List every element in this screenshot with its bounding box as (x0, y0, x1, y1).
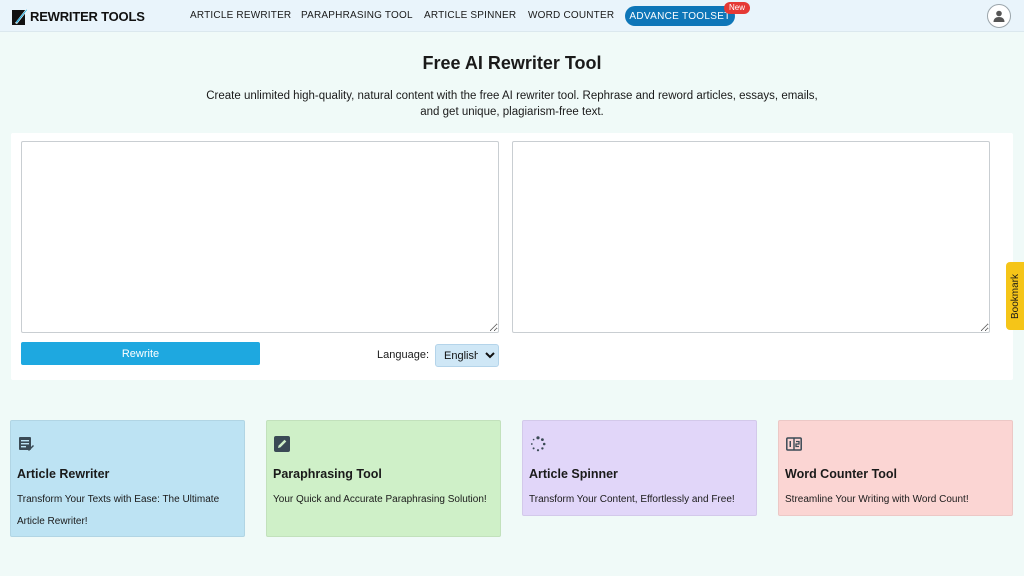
card-description: Transform Your Texts with Ease: The Ulti… (17, 494, 220, 527)
nav-word-counter[interactable]: WORD COUNTER (528, 10, 614, 21)
card-paraphrasing-tool[interactable]: Paraphrasing Tool Your Quick and Accurat… (266, 420, 501, 537)
new-badge: New (724, 2, 751, 14)
card-description: Transform Your Content, Effortlessly and… (529, 494, 735, 505)
logo[interactable]: REWRITER TOOLS (12, 7, 145, 25)
nav-article-spinner[interactable]: ARTICLE SPINNER (424, 10, 516, 21)
rewriter-panel: Rewrite Language: English (11, 133, 1013, 380)
card-title: Article Rewriter (17, 467, 110, 481)
nav-article-rewriter[interactable]: ARTICLE REWRITER (190, 10, 291, 21)
card-description: Your Quick and Accurate Paraphrasing Sol… (273, 494, 487, 505)
user-icon (993, 10, 1005, 22)
card-article-rewriter[interactable]: Article Rewriter Transform Your Texts wi… (10, 420, 245, 537)
language-select[interactable]: English (435, 344, 499, 367)
page-subtitle: Create unlimited high-quality, natural c… (206, 90, 818, 118)
language-label: Language: (377, 349, 429, 361)
counter-icon (786, 437, 802, 451)
card-word-counter-tool[interactable]: Word Counter Tool Streamline Your Writin… (778, 420, 1013, 516)
bookmark-label: Bookmark (1009, 273, 1021, 319)
quill-logo-icon (12, 8, 28, 25)
bookmark-tab[interactable]: Bookmark (1006, 262, 1024, 330)
card-description: Streamline Your Writing with Word Count! (785, 494, 969, 505)
edit-icon (274, 436, 290, 452)
card-title: Article Spinner (529, 467, 618, 481)
card-title: Word Counter Tool (785, 467, 898, 481)
article-icon (19, 437, 34, 451)
advance-toolset-label: ADVANCE TOOLSET (629, 10, 731, 22)
user-account-button[interactable] (987, 4, 1011, 28)
spinner-icon (530, 436, 546, 452)
card-title: Paraphrasing Tool (273, 467, 382, 481)
header: REWRITER TOOLS ARTICLE REWRITER PARAPHRA… (0, 0, 1024, 32)
nav-paraphrasing-tool[interactable]: PARAPHRASING TOOL (301, 10, 413, 21)
card-article-spinner[interactable]: Article Spinner Transform Your Content, … (522, 420, 757, 516)
output-textarea[interactable] (512, 141, 990, 333)
advance-toolset-button[interactable]: ADVANCE TOOLSET (625, 6, 735, 26)
page-title: Free AI Rewriter Tool (422, 53, 602, 73)
logo-text: REWRITER TOOLS (30, 8, 145, 24)
input-textarea[interactable] (21, 141, 499, 333)
rewrite-button[interactable]: Rewrite (21, 342, 260, 365)
